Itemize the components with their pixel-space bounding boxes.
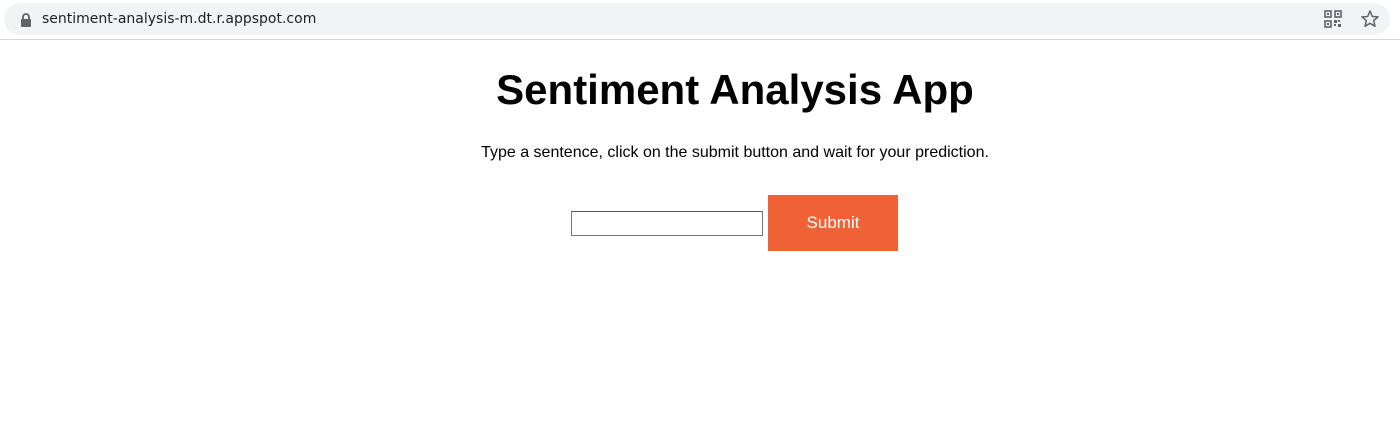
star-icon[interactable]	[1360, 9, 1380, 29]
page-title: Sentiment Analysis App	[496, 66, 974, 113]
qr-code-icon[interactable]	[1324, 10, 1342, 28]
sentence-input[interactable]	[571, 211, 763, 236]
submit-button[interactable]: Submit	[768, 195, 898, 251]
lock-icon[interactable]	[20, 13, 32, 27]
instructions-text: Type a sentence, click on the submit but…	[481, 144, 989, 161]
page-content: Sentiment Analysis App Type a sentence, …	[0, 40, 1400, 447]
url-text[interactable]: sentiment-analysis-m.dt.r.appspot.com	[42, 10, 316, 28]
address-bar[interactable]: sentiment-analysis-m.dt.r.appspot.com	[4, 3, 1390, 35]
browser-toolbar: sentiment-analysis-m.dt.r.appspot.com	[0, 0, 1400, 40]
